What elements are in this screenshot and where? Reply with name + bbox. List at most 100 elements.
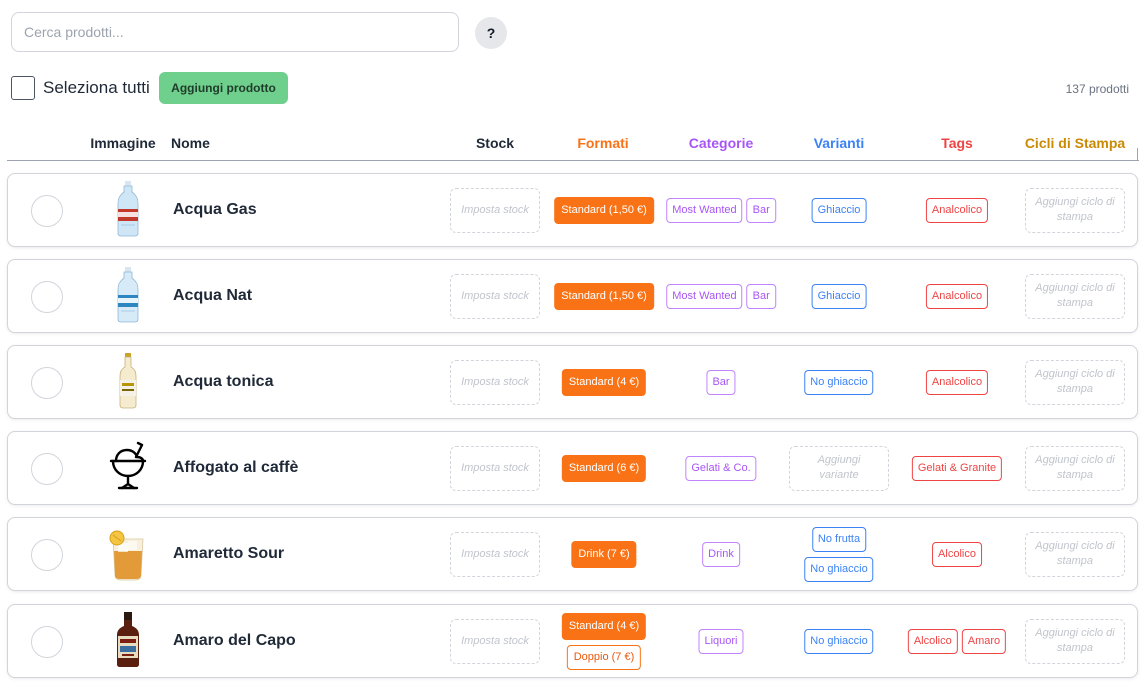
format-chip[interactable]: Standard (4 €) xyxy=(561,368,647,396)
stock-cell: Imposta stock xyxy=(450,605,540,677)
format-chip[interactable]: Drink (7 €) xyxy=(571,540,637,568)
format-chip[interactable]: Standard (1,50 €) xyxy=(554,282,654,310)
category-chip-group: Most Wanted Bar xyxy=(666,197,776,223)
category-chip[interactable]: Bar xyxy=(706,369,736,395)
variant-chip[interactable]: No ghiaccio xyxy=(804,369,874,395)
column-header-formati: Formati xyxy=(577,135,629,151)
tag-chip-group: Gelati & Granite xyxy=(911,455,1003,481)
row-select-radio[interactable] xyxy=(31,367,63,399)
set-stock-button[interactable]: Imposta stock xyxy=(450,273,540,319)
table-row[interactable]: Acqua Nat Imposta stock Standard (1,50 €) M… xyxy=(7,259,1138,333)
category-chip[interactable]: Most Wanted xyxy=(666,197,743,223)
water-bottle-blue-label-image xyxy=(115,266,141,328)
format-chip[interactable]: Standard (4 €) xyxy=(561,612,647,640)
add-print-cycle-button[interactable]: Aggiungi ciclo di stampa xyxy=(1025,618,1125,664)
formati-cell: Standard (6 €) xyxy=(561,432,647,504)
add-print-cycle-button[interactable]: Aggiungi ciclo di stampa xyxy=(1025,445,1125,491)
variant-chip[interactable]: Ghiaccio xyxy=(811,283,867,309)
varianti-cell: Ghiaccio xyxy=(811,260,867,332)
tags-cell: Gelati & Granite xyxy=(911,432,1003,504)
row-select-radio[interactable] xyxy=(31,539,63,571)
help-button[interactable]: ? xyxy=(475,17,507,49)
tag-chip-group: Alcolico xyxy=(932,541,982,567)
row-select-radio[interactable] xyxy=(31,195,63,227)
set-stock-button[interactable]: Imposta stock xyxy=(450,531,540,577)
add-print-cycle-button[interactable]: Aggiungi ciclo di stampa xyxy=(1025,187,1125,233)
set-stock-button[interactable]: Imposta stock xyxy=(450,359,540,405)
column-header-stock: Stock xyxy=(475,135,515,151)
format-chip-secondary[interactable]: Doppio (7 €) xyxy=(566,644,642,670)
categorie-cell: Most Wanted Bar xyxy=(666,174,776,246)
tonic-bottle-image xyxy=(117,352,139,414)
tags-cell: Analcolico xyxy=(925,260,989,332)
set-stock-button[interactable]: Imposta stock xyxy=(450,445,540,491)
row-select-radio[interactable] xyxy=(31,453,63,485)
format-chip[interactable]: Standard (1,50 €) xyxy=(554,196,654,224)
table-row[interactable]: Amaretto Sour Imposta stock Drink (7 €) Dri… xyxy=(7,517,1138,591)
tag-chip-group: Analcolico xyxy=(925,283,989,309)
table-row[interactable]: Acqua tonica Imposta stock Standard (4 €) B… xyxy=(7,345,1138,419)
tag-chip[interactable]: Alcolico xyxy=(907,628,958,654)
category-chip[interactable]: Bar xyxy=(746,197,776,223)
add-print-cycle-button[interactable]: Aggiungi ciclo di stampa xyxy=(1025,273,1125,319)
cicli-cell: Aggiungi ciclo di stampa xyxy=(1025,432,1125,504)
row-select-radio[interactable] xyxy=(31,626,63,658)
product-count: 137 prodotti xyxy=(1065,82,1129,96)
tag-chip[interactable]: Gelati & Granite xyxy=(911,455,1003,481)
category-chip-group: Bar xyxy=(706,369,736,395)
ice-cream-cup-icon xyxy=(108,441,148,498)
category-chip[interactable]: Liquori xyxy=(698,628,744,654)
stock-cell: Imposta stock xyxy=(450,432,540,504)
row-select-radio[interactable] xyxy=(31,281,63,313)
tag-chip[interactable]: Analcolico xyxy=(925,283,989,309)
category-chip-group: Most Wanted Bar xyxy=(666,283,776,309)
categorie-cell: Gelati & Co. xyxy=(685,432,757,504)
varianti-cell: No ghiaccio xyxy=(804,605,874,677)
category-chip[interactable]: Gelati & Co. xyxy=(685,455,757,481)
variant-chip[interactable]: No frutta xyxy=(811,526,867,552)
table-row[interactable]: Amaro del Capo Imposta stock Standard (4 €… xyxy=(7,604,1138,678)
product-name[interactable]: Acqua Gas xyxy=(173,174,257,246)
tag-chip[interactable]: Alcolico xyxy=(932,541,982,567)
select-all-checkbox[interactable]: Seleziona tutti xyxy=(11,76,150,100)
add-print-cycle-button[interactable]: Aggiungi ciclo di stampa xyxy=(1025,531,1125,577)
variant-chip[interactable]: Ghiaccio xyxy=(811,197,867,223)
tags-cell: Analcolico xyxy=(925,346,989,418)
product-image xyxy=(103,611,153,673)
tag-chip[interactable]: Amaro xyxy=(961,628,1007,654)
set-stock-button[interactable]: Imposta stock xyxy=(450,187,540,233)
variant-chip[interactable]: No ghiaccio xyxy=(804,628,874,654)
add-variant-button[interactable]: Aggiungi variante xyxy=(789,445,889,491)
tag-chip-group: Analcolico xyxy=(925,197,989,223)
search-input[interactable] xyxy=(11,12,459,52)
product-image xyxy=(103,180,153,241)
stock-cell: Imposta stock xyxy=(450,174,540,246)
variant-chip[interactable]: No ghiaccio xyxy=(804,556,874,582)
format-chip[interactable]: Standard (6 €) xyxy=(561,454,647,482)
product-name[interactable]: Amaro del Capo xyxy=(173,605,296,677)
varianti-cell: No ghiaccio xyxy=(804,346,874,418)
set-stock-button[interactable]: Imposta stock xyxy=(450,618,540,664)
stock-cell: Imposta stock xyxy=(450,518,540,590)
scrollbar[interactable] xyxy=(1137,148,1138,160)
product-name[interactable]: Acqua Nat xyxy=(173,260,252,332)
category-chip[interactable]: Drink xyxy=(702,541,740,567)
select-all-label: Seleziona tutti xyxy=(43,78,150,97)
category-chip[interactable]: Most Wanted xyxy=(666,283,743,309)
liqueur-bottle-image xyxy=(114,611,142,673)
tag-chip[interactable]: Analcolico xyxy=(925,197,989,223)
cicli-cell: Aggiungi ciclo di stampa xyxy=(1025,518,1125,590)
category-chip-group: Drink xyxy=(702,541,740,567)
table-row[interactable]: Acqua Gas Imposta stock Standard (1,50 €) M… xyxy=(7,173,1138,247)
tags-cell: Analcolico xyxy=(925,174,989,246)
add-print-cycle-button[interactable]: Aggiungi ciclo di stampa xyxy=(1025,359,1125,405)
product-name[interactable]: Affogato al caffè xyxy=(173,432,298,504)
category-chip[interactable]: Bar xyxy=(746,283,776,309)
tag-chip[interactable]: Analcolico xyxy=(925,369,989,395)
stock-cell: Imposta stock xyxy=(450,260,540,332)
checkbox-icon[interactable] xyxy=(11,76,35,100)
product-name[interactable]: Acqua tonica xyxy=(173,346,273,418)
product-name[interactable]: Amaretto Sour xyxy=(173,518,284,590)
add-product-button[interactable]: Aggiungi prodotto xyxy=(159,72,288,104)
table-row[interactable]: Affogato al caffè Imposta stock Standard (… xyxy=(7,431,1138,505)
